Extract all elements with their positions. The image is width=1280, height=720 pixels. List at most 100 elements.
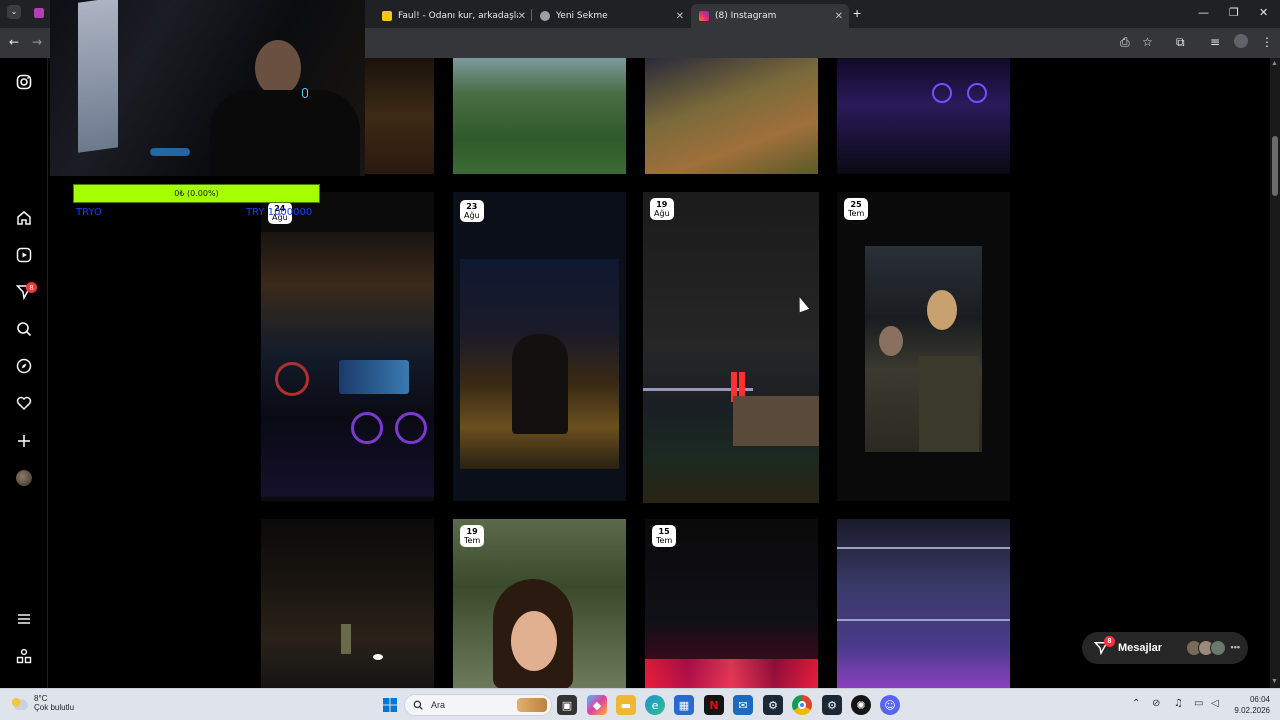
volume-icon[interactable]: ◁ (1211, 698, 1219, 709)
cloud-sun-icon (10, 696, 28, 710)
search-icon[interactable] (14, 319, 34, 339)
more-dots-icon[interactable]: ••• (1231, 642, 1240, 652)
edge-icon[interactable]: e (645, 695, 665, 715)
tab-title: (8) Instagram (715, 11, 777, 21)
donation-progress-bar: 0₺ (0.00%) (73, 184, 320, 203)
search-highlight-icon (517, 698, 547, 712)
date-badge: 23 Ağu (460, 200, 484, 222)
tab-instagram[interactable]: (8) Instagram ✕ (691, 4, 849, 28)
instagram-logo-icon[interactable] (14, 72, 34, 92)
post-card[interactable]: 24 Ağu (261, 192, 434, 501)
message-avatars (1186, 640, 1226, 656)
page-scrollbar[interactable]: ▲ ▼ (1270, 58, 1280, 688)
weather-desc: Çok bulutlu (34, 703, 75, 712)
notification-badge: 8 (26, 282, 37, 293)
post-card[interactable]: 19 Tem (453, 519, 626, 688)
post-image (865, 246, 982, 452)
tray-overflow-icon[interactable]: ⌃ (1132, 698, 1140, 709)
steam-icon-2[interactable]: ⚙ (822, 695, 842, 715)
create-plus-icon[interactable] (14, 431, 34, 451)
forward-icon[interactable]: → (32, 35, 42, 49)
taskbar-search[interactable]: Ara (404, 694, 552, 716)
headset-light (302, 88, 308, 98)
post-thumbnail[interactable] (645, 58, 818, 174)
scrollbar-thumb[interactable] (1272, 136, 1278, 196)
messages-button[interactable]: 8 Mesajlar ••• (1082, 632, 1248, 664)
post-image (261, 232, 434, 497)
post-thumbnail[interactable] (453, 58, 626, 174)
back-icon[interactable]: ← (9, 35, 19, 49)
restore-button[interactable]: ❐ (1229, 6, 1239, 19)
search-placeholder: Ara (431, 700, 446, 710)
close-icon[interactable]: ✕ (518, 11, 526, 22)
windows-start-icon[interactable] (380, 695, 400, 715)
meta-apps-icon[interactable] (14, 646, 34, 666)
file-explorer-icon[interactable]: ▬ (616, 695, 636, 715)
network-icon[interactable]: ⊘ (1152, 698, 1160, 709)
dashboard-light (967, 83, 987, 103)
steam-icon[interactable]: ⚙ (763, 695, 783, 715)
reels-icon[interactable] (14, 245, 34, 265)
weather-widget[interactable]: 8°C Çok bulutlu (10, 694, 74, 712)
outlook-icon[interactable]: ✉ (733, 695, 753, 715)
menu-kebab-icon[interactable]: ⋮ (1261, 35, 1273, 49)
person-face (927, 290, 957, 330)
discord-icon[interactable]: ☺ (880, 695, 900, 715)
weather-temp: 8°C (34, 694, 48, 703)
streamer-head (255, 40, 301, 96)
instagram-sidebar: 8 (0, 58, 48, 688)
media-control-icon[interactable]: ≡ (1210, 35, 1220, 49)
tab-new-tab[interactable]: Yeni Sekme ✕ (532, 4, 690, 28)
close-icon[interactable]: ✕ (835, 11, 843, 22)
heart-icon[interactable] (14, 393, 34, 413)
rooftop (733, 396, 819, 446)
install-app-icon[interactable]: ⎙ (1120, 35, 1130, 50)
explore-compass-icon[interactable] (14, 356, 34, 376)
car-screen (339, 360, 409, 394)
chrome-favicon-icon (540, 11, 550, 21)
netflix-icon[interactable]: N (704, 695, 724, 715)
post-card[interactable] (261, 519, 434, 688)
profile-avatar[interactable] (1234, 34, 1248, 48)
chrome-icon[interactable] (792, 695, 812, 715)
speedometer (275, 362, 309, 396)
profile-avatar[interactable] (16, 470, 32, 486)
instagram-favicon-icon (699, 11, 709, 21)
road-light (373, 654, 383, 660)
scroll-down-icon[interactable]: ▼ (1271, 678, 1278, 685)
weather-text: 8°C Çok bulutlu (34, 694, 74, 712)
store-icon[interactable]: ▦ (674, 695, 694, 715)
post-card[interactable]: 15 Tem (645, 519, 818, 688)
scroll-up-icon[interactable]: ▲ (1271, 60, 1278, 67)
post-card[interactable]: 25 Tem (837, 192, 1010, 501)
date-badge: 15 Tem (652, 525, 677, 547)
chrome-center-icon (798, 701, 806, 709)
post-thumbnail[interactable] (365, 58, 434, 174)
tab-search-icon[interactable]: ⌄ (7, 5, 21, 19)
copilot-icon[interactable]: ◆ (587, 695, 607, 715)
microphone-icon[interactable]: ♫ (1174, 698, 1183, 709)
pinned-tab-icon[interactable] (34, 8, 44, 18)
messages-label: Mesajlar (1118, 642, 1163, 654)
close-icon[interactable]: ✕ (676, 11, 684, 22)
system-clock[interactable]: 06:04 9.02.2026 (1228, 694, 1270, 716)
home-icon[interactable] (14, 208, 34, 228)
person-face (879, 326, 903, 356)
minimize-button[interactable]: — (1198, 6, 1209, 19)
more-menu-icon[interactable] (14, 609, 34, 629)
tab-title: Faul! - Odanı kur, arkadaşlarını... (398, 11, 518, 21)
search-icon (413, 700, 423, 710)
bookmark-star-icon[interactable]: ☆ (1142, 35, 1153, 49)
task-view-icon[interactable]: ▣ (557, 695, 577, 715)
post-card[interactable] (837, 519, 1010, 688)
close-window-button[interactable]: ✕ (1259, 6, 1268, 19)
progress-min-label: TRYO (76, 207, 102, 218)
tab-faul[interactable]: Faul! - Odanı kur, arkadaşlarını... ✕ (374, 4, 532, 28)
steelseries-icon[interactable]: ✺ (851, 695, 871, 715)
display-icon[interactable]: ▭ (1194, 698, 1203, 709)
new-tab-button[interactable]: + (853, 5, 861, 21)
extensions-icon[interactable]: ⧉ (1176, 35, 1185, 50)
post-card[interactable]: 19 Ağu (643, 192, 819, 503)
post-thumbnail[interactable] (837, 58, 1010, 174)
post-card[interactable]: 23 Ağu (453, 192, 626, 501)
